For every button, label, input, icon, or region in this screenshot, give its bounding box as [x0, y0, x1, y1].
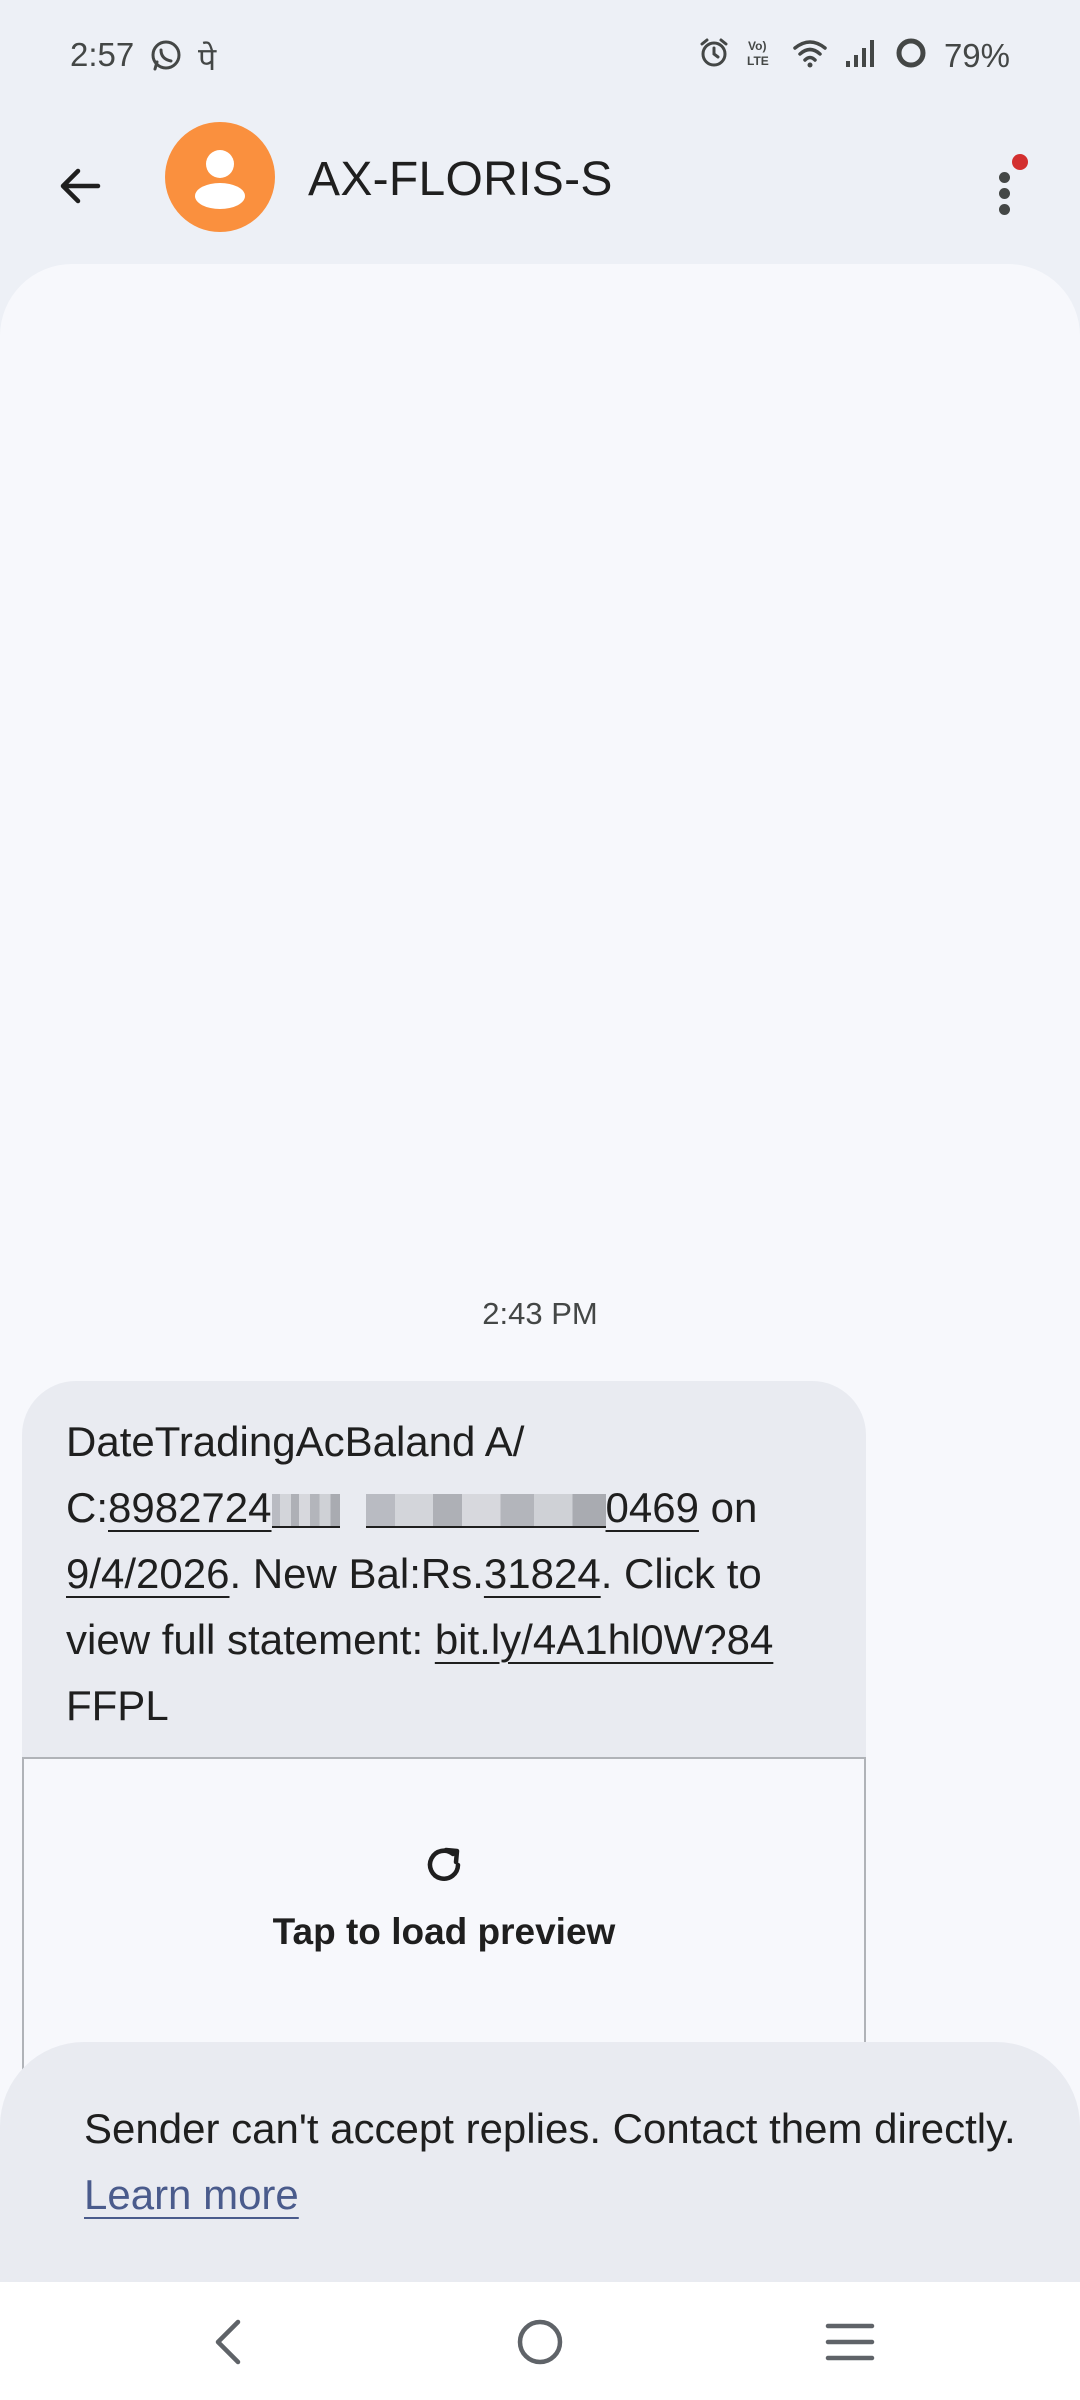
- message-text: DateTradingAcBaland A/ C:8982724 0469 on …: [66, 1409, 846, 1739]
- contact-name[interactable]: AX-FLORIS-S: [308, 152, 613, 207]
- message-text-segment: on: [698, 1484, 758, 1531]
- home-nav-icon: [517, 2319, 563, 2365]
- recents-nav-icon: [825, 2323, 875, 2361]
- whatsapp-icon: [148, 38, 184, 79]
- balance-link[interactable]: 31824: [484, 1550, 601, 1597]
- status-time: 2:57: [70, 36, 135, 73]
- notice-message: Sender can't accept replies. Contact the…: [84, 2105, 1016, 2152]
- arrow-back-icon: [60, 168, 101, 204]
- message-text-segment: view full statement:: [66, 1616, 435, 1663]
- person-icon: [195, 150, 245, 209]
- phonepe-icon: पे: [198, 40, 217, 77]
- message-line-1: DateTradingAcBaland A/: [66, 1418, 525, 1465]
- date-link[interactable]: 9/4/2026: [66, 1550, 230, 1597]
- back-button[interactable]: [40, 146, 120, 226]
- refresh-icon: [427, 1847, 461, 1881]
- wifi-icon: [792, 37, 828, 74]
- volte-icon: Vo) LTE: [746, 37, 776, 74]
- reply-restriction-notice: Sender can't accept replies. Contact the…: [0, 2042, 1080, 2282]
- more-vert-icon-dot: [999, 204, 1010, 215]
- svg-text:LTE: LTE: [747, 54, 769, 68]
- status-left-icons: पे: [148, 38, 216, 79]
- status-right-icons: Vo) LTE 79%: [698, 36, 1010, 75]
- notification-dot: [1012, 154, 1028, 170]
- learn-more-link[interactable]: Learn more: [84, 2171, 299, 2218]
- tap-to-load-preview-button[interactable]: Tap to load preview: [24, 1911, 864, 1953]
- notice-text: Sender can't accept replies. Contact the…: [84, 2096, 1044, 2228]
- status-bar: 2:57 पे Vo) LTE 79%: [0, 0, 1080, 116]
- statement-link[interactable]: bit.ly/4A1hl0W?84: [435, 1616, 774, 1663]
- nav-recents-button[interactable]: [810, 2304, 890, 2380]
- alarm-icon: [698, 37, 730, 74]
- message-timestamp: 2:43 PM: [482, 1296, 598, 1331]
- conversation-header: AX-FLORIS-S: [0, 116, 1080, 264]
- account-number-link[interactable]: 8982724: [108, 1484, 272, 1531]
- messages-app: 2:57 पे Vo) LTE 79% AX-FLORIS-S 2:43 PM …: [0, 0, 1080, 2400]
- battery-icon: [894, 36, 928, 75]
- redacted-area: [271, 1493, 340, 1528]
- nav-back-button[interactable]: [188, 2304, 268, 2380]
- message-bubble[interactable]: DateTradingAcBaland A/ C:8982724 0469 on …: [22, 1381, 866, 1757]
- back-nav-icon: [215, 2319, 241, 2365]
- more-vert-icon-dot: [999, 188, 1010, 199]
- more-options-button[interactable]: [975, 134, 1035, 234]
- system-nav-bar: [0, 2282, 1080, 2400]
- message-text-segment: . New Bal:Rs.: [229, 1550, 484, 1597]
- more-vert-icon: [999, 172, 1010, 183]
- message-text-segment: C:: [66, 1484, 108, 1531]
- signal-icon: [844, 37, 878, 74]
- message-text-segment: FFPL: [66, 1682, 169, 1729]
- redacted-area: [365, 1493, 606, 1528]
- account-number-end[interactable]: 0469: [606, 1484, 699, 1531]
- avatar[interactable]: [165, 122, 275, 232]
- nav-home-button[interactable]: [500, 2304, 580, 2380]
- battery-percent: 79%: [943, 36, 1010, 74]
- svg-text:Vo): Vo): [748, 39, 766, 53]
- message-text-segment: . Click to: [600, 1550, 762, 1597]
